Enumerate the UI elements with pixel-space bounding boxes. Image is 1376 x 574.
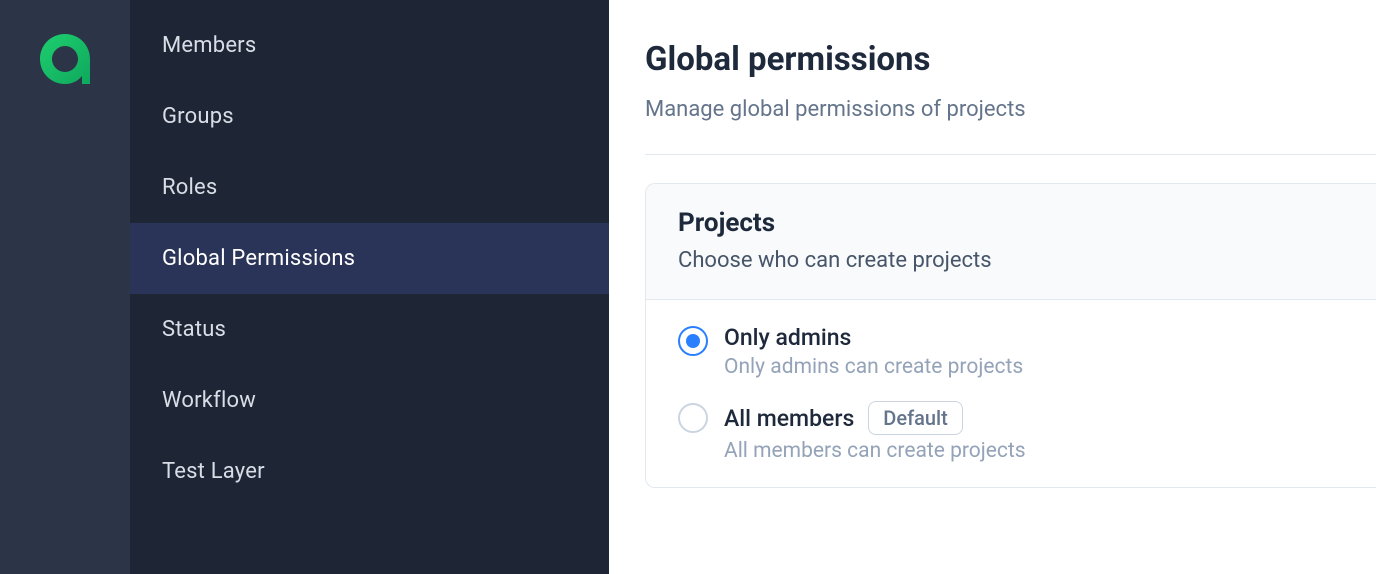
radio-description: Only admins can create projects — [724, 355, 1344, 379]
icon-rail — [0, 0, 130, 574]
projects-card: Projects Choose who can create projects … — [645, 183, 1376, 488]
radio-label-row: Only admins — [724, 324, 1344, 351]
sidebar-item-global-permissions[interactable]: Global Permissions — [130, 223, 609, 294]
main-content: Global permissions Manage global permiss… — [609, 0, 1376, 574]
radio-label: Only admins — [724, 324, 851, 351]
page-title: Global permissions — [645, 40, 1376, 79]
default-badge: Default — [868, 401, 963, 435]
card-subtitle: Choose who can create projects — [678, 248, 1344, 273]
radio-text: All members Default All members can crea… — [724, 401, 1344, 463]
sidebar-item-test-layer[interactable]: Test Layer — [130, 436, 609, 507]
radio-input[interactable] — [678, 326, 708, 356]
sidebar-item-groups[interactable]: Groups — [130, 81, 609, 152]
radio-input[interactable] — [678, 403, 708, 433]
radio-description: All members can create projects — [724, 439, 1344, 463]
sidebar: Members Groups Roles Global Permissions … — [130, 0, 609, 574]
radio-text: Only admins Only admins can create proje… — [724, 324, 1344, 379]
card-title: Projects — [678, 208, 1344, 238]
sidebar-item-workflow[interactable]: Workflow — [130, 365, 609, 436]
card-header: Projects Choose who can create projects — [646, 184, 1376, 300]
radio-option-only-admins[interactable]: Only admins Only admins can create proje… — [678, 324, 1344, 379]
app-logo-icon[interactable] — [36, 30, 94, 88]
page-subtitle: Manage global permissions of projects — [645, 97, 1376, 122]
sidebar-item-members[interactable]: Members — [130, 10, 609, 81]
divider — [645, 154, 1376, 155]
radio-label: All members — [724, 405, 854, 432]
radio-option-all-members[interactable]: All members Default All members can crea… — [678, 401, 1344, 463]
card-body: Only admins Only admins can create proje… — [646, 300, 1376, 487]
sidebar-item-status[interactable]: Status — [130, 294, 609, 365]
radio-label-row: All members Default — [724, 401, 1344, 435]
sidebar-item-roles[interactable]: Roles — [130, 152, 609, 223]
